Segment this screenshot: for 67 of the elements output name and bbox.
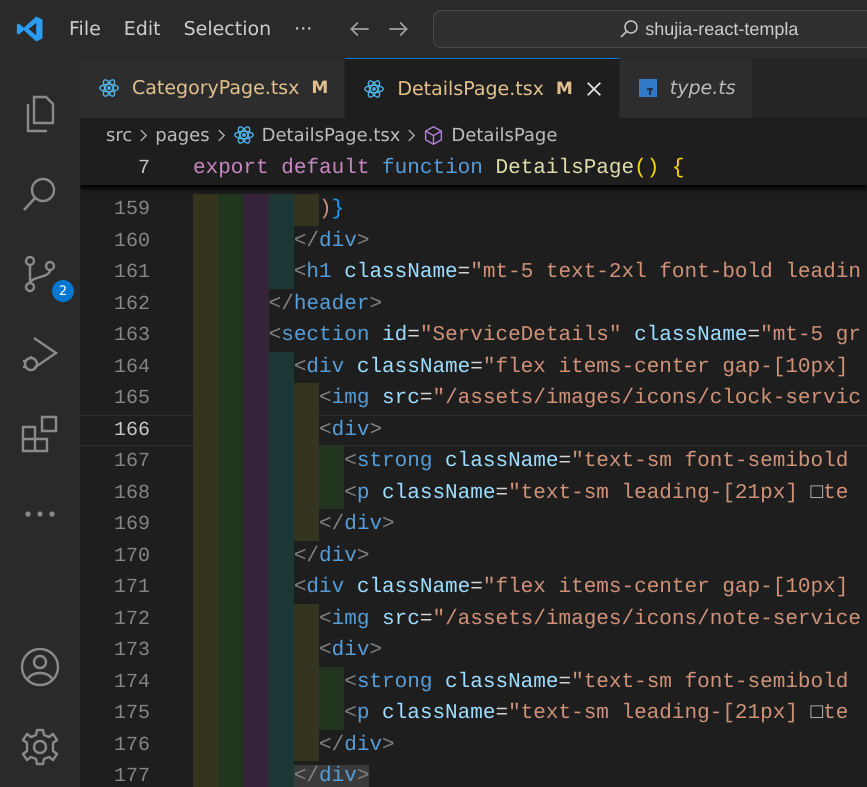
editor-tab[interactable]: type.ts [620, 58, 753, 118]
search-field[interactable]: shujia-react-templa [433, 10, 867, 48]
settings-icon[interactable] [20, 727, 60, 767]
code-line: </div> [193, 509, 395, 540]
cube-icon [423, 124, 444, 146]
code-line: </div> [193, 730, 395, 761]
code-line: </header> [193, 288, 382, 320]
line-number: 163 [112, 324, 150, 348]
chevron-icon [139, 128, 148, 142]
line-number: 177 [112, 765, 150, 787]
code-line: <img src="/assets/images/icons/clock-servic [193, 383, 861, 414]
menu-item[interactable]: Selection [184, 18, 272, 40]
line-number: 170 [112, 544, 150, 568]
app-logo-icon [15, 14, 45, 44]
chevron-icon [216, 128, 226, 142]
line-number: 176 [112, 734, 150, 757]
close-icon[interactable] [584, 80, 603, 98]
line-number: 169 [112, 513, 150, 536]
line-number: 160 [112, 230, 150, 253]
menu-item[interactable]: File [69, 18, 101, 40]
code-line: <p className="text-sm leading-[21px] □te [193, 478, 848, 509]
menu-item[interactable]: ··· [294, 18, 312, 40]
code-line: <p className="text-sm leading-[21px] □te [193, 698, 848, 730]
editor-tab[interactable]: DetailsPage.tsx M [345, 58, 620, 118]
code-line: <div className="flex items-center gap-[10px] [193, 352, 848, 383]
react-icon [98, 77, 120, 99]
breadcrumb-item[interactable]: DetailsPage.tsx [262, 124, 400, 146]
code-line: <div className="flex items-center gap-[10px] [193, 572, 848, 604]
line-number: 166 [112, 418, 150, 442]
react-icon [232, 124, 255, 146]
line-number: 162 [112, 292, 150, 316]
code-line: </div> [193, 540, 370, 572]
code-line: <h1 className="mt-5 text-2xl font-bold leadin [193, 257, 861, 288]
editor-tab[interactable]: CategoryPage.tsx M [80, 58, 346, 118]
notification-badge: 2 [52, 280, 74, 302]
account-icon[interactable] [20, 647, 60, 687]
line-number: 174 [112, 670, 150, 694]
line-number: 165 [112, 387, 150, 410]
code-line: </div> [193, 226, 370, 257]
extensions-icon[interactable] [20, 414, 60, 454]
line-number: 7 [136, 157, 150, 180]
breadcrumb-item[interactable]: pages [155, 124, 210, 146]
code-line: <div> [193, 414, 382, 446]
code-line: </div> [193, 761, 370, 787]
menu-item[interactable]: Edit [124, 18, 161, 40]
code-line: <strong className="text-sm font-semibold [193, 666, 848, 698]
code-line: <img src="/assets/images/icons/note-service [193, 604, 861, 635]
react-icon [363, 78, 386, 100]
line-number: 172 [112, 608, 150, 631]
line-number: 175 [112, 702, 150, 726]
code-line: <section id="ServiceDetails" className="mt-5 gr [193, 320, 861, 352]
run-debug-icon[interactable] [20, 334, 60, 374]
chevron-icon [407, 128, 416, 142]
line-number: 161 [112, 261, 150, 284]
code-line: )} [193, 194, 344, 226]
breadcrumb-item[interactable]: src [106, 124, 132, 146]
typescript-file-icon [638, 78, 658, 98]
code-line: <div> [193, 635, 382, 666]
code-line: export default function DetailsPage() { [193, 156, 685, 182]
line-number: 171 [112, 576, 150, 600]
line-number: 168 [112, 482, 150, 505]
line-number: 167 [112, 450, 150, 474]
line-number: 164 [112, 356, 150, 379]
breadcrumb-item[interactable]: DetailsPage [451, 124, 558, 146]
code-line: <strong className="text-sm font-semibold [193, 446, 848, 478]
line-number: 159 [112, 198, 150, 222]
line-number: 173 [112, 639, 150, 662]
